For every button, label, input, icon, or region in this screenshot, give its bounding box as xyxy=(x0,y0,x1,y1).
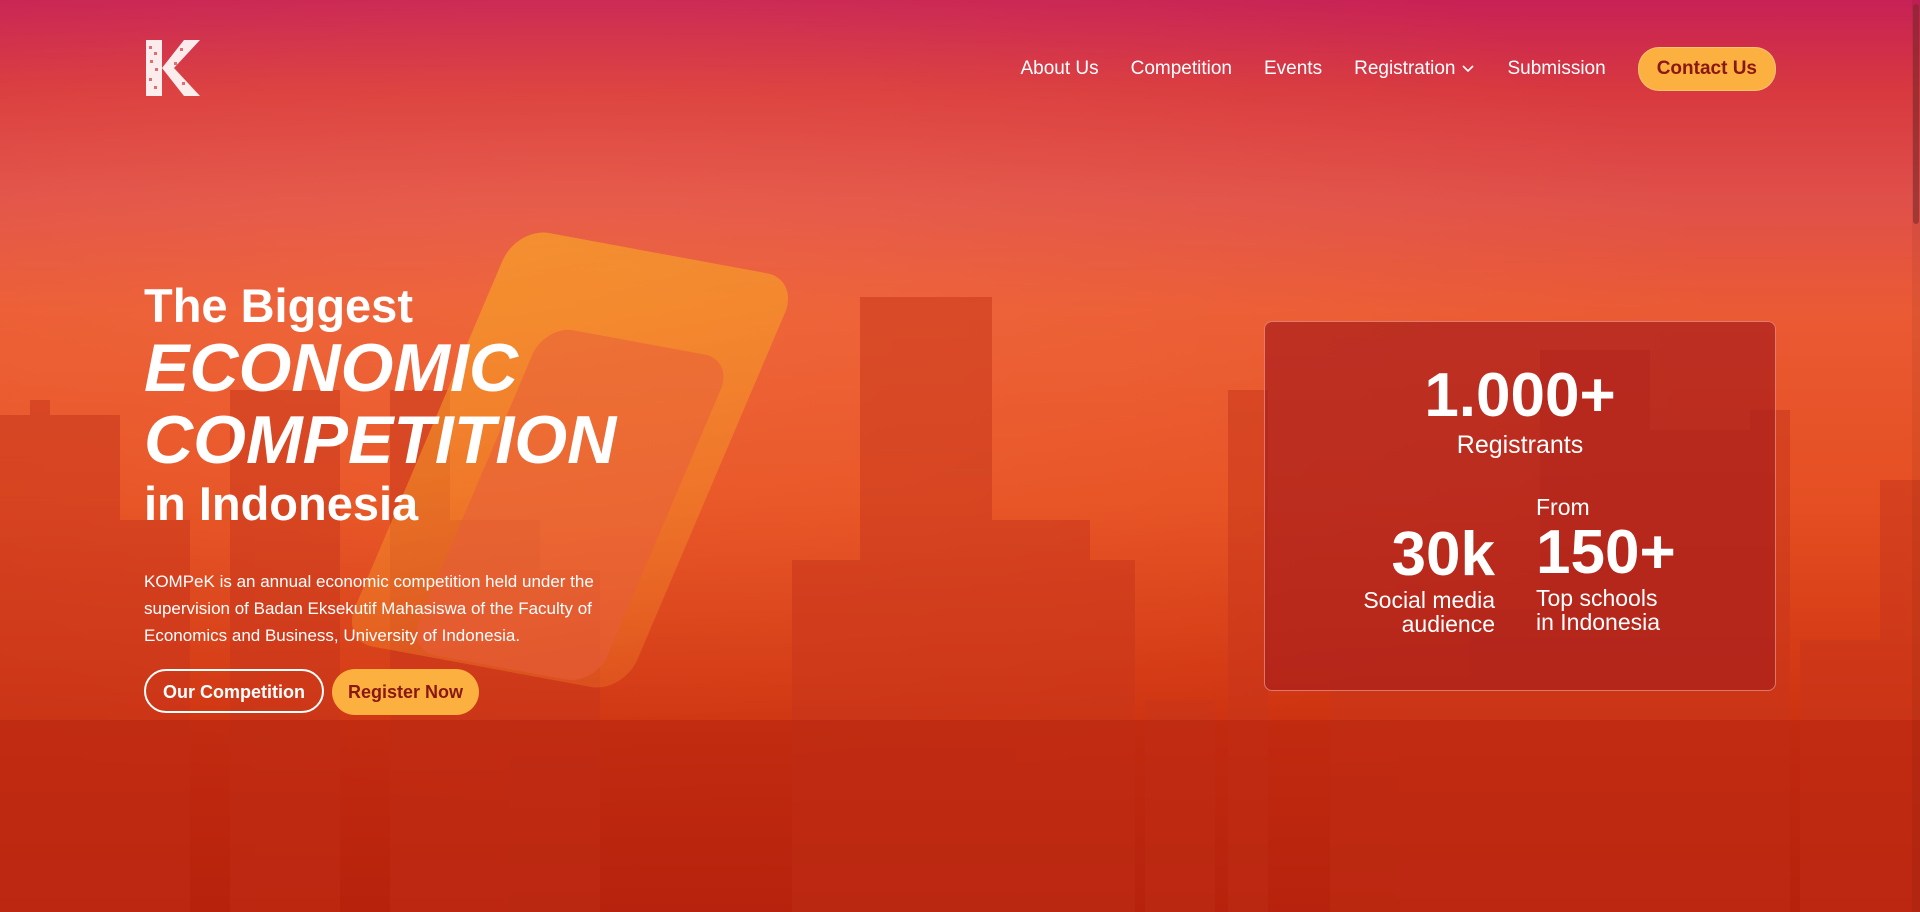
nav-submission-label: Submission xyxy=(1507,58,1606,79)
stat-top-schools: From 150+ Top schools in Indonesia xyxy=(1536,494,1676,634)
page-scrollbar[interactable] xyxy=(1912,0,1920,912)
nav-registration-label: Registration xyxy=(1354,58,1456,79)
hero-title-competition: COMPETITION xyxy=(144,402,617,478)
nav-registration-dropdown[interactable]: Registration xyxy=(1354,58,1475,80)
register-now-button[interactable]: Register Now xyxy=(332,669,480,715)
nav-events[interactable]: Events xyxy=(1264,58,1322,80)
nav-competition-label: Competition xyxy=(1130,58,1232,79)
stat-schools-prefix: From xyxy=(1536,494,1590,520)
hero-section: The Biggest ECONOMIC COMPETITION in Indo… xyxy=(144,280,704,715)
stat-schools-value: 150+ xyxy=(1536,518,1676,587)
stat-audience-value: 30k xyxy=(1391,520,1495,589)
hero-title-line-1: The Biggest xyxy=(144,279,413,332)
hero-actions: Our Competition Register Now xyxy=(144,669,704,715)
nav-about-us[interactable]: About Us xyxy=(1020,58,1098,80)
nav-events-label: Events xyxy=(1264,58,1323,79)
stat-audience-label-2: audience xyxy=(1401,611,1495,637)
chevron-down-icon xyxy=(1462,65,1475,73)
contact-us-button[interactable]: Contact Us xyxy=(1637,47,1776,91)
nav-about-us-label: About Us xyxy=(1020,58,1099,79)
nav-submission[interactable]: Submission xyxy=(1507,58,1605,80)
stat-audience-label-1: Social media xyxy=(1363,587,1495,613)
site-header: About Us Competition Events Registration… xyxy=(0,0,1920,112)
stat-registrants: 1.000+ Registrants xyxy=(1265,364,1775,460)
stat-registrants-label: Registrants xyxy=(1456,431,1584,459)
kompek-letter-k-logo-icon[interactable] xyxy=(144,38,202,98)
scrollbar-thumb[interactable] xyxy=(1913,4,1919,224)
stat-schools-label-1: Top schools xyxy=(1536,585,1658,611)
stat-schools-label-2: in Indonesia xyxy=(1536,609,1661,635)
our-competition-button[interactable]: Our Competition xyxy=(144,669,324,713)
main-navigation: About Us Competition Events Registration… xyxy=(1020,47,1776,91)
stats-card: 1.000+ Registrants 30k Social media audi… xyxy=(1264,321,1776,691)
stat-social-audience: 30k Social media audience xyxy=(1363,520,1495,637)
stat-registrants-value: 1.000+ xyxy=(1424,361,1616,430)
nav-competition[interactable]: Competition xyxy=(1131,58,1232,80)
hero-description: KOMPeK is an annual economic competition… xyxy=(144,572,594,645)
hero-title-line-4: in Indonesia xyxy=(144,477,419,530)
hero-title-economic: ECONOMIC xyxy=(144,330,518,406)
